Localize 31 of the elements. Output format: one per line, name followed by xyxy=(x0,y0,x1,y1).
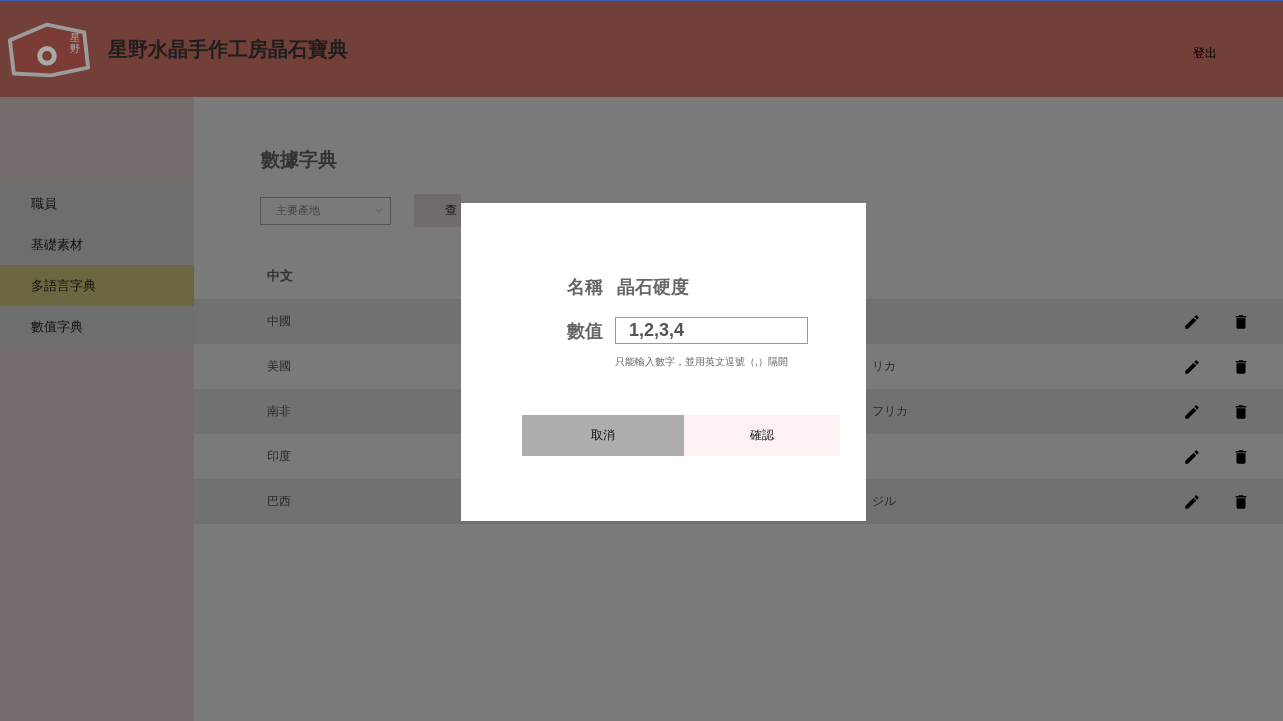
logo-text: 星野 xyxy=(70,32,80,54)
logout-link[interactable]: 登出 xyxy=(1193,44,1217,62)
edit-icon[interactable] xyxy=(1183,312,1201,331)
table-cell: 美國 xyxy=(267,359,291,373)
table-cell: 巴西 xyxy=(267,494,291,508)
table-cell: フリカ xyxy=(872,404,908,418)
edit-icon[interactable] xyxy=(1183,402,1201,421)
table-cell: 南非 xyxy=(267,404,291,418)
edit-icon[interactable] xyxy=(1183,492,1201,511)
column-header: 中文 xyxy=(267,266,293,285)
app-title: 星野水晶手作工房晶石寶典 xyxy=(108,36,348,62)
name-label: 名稱 xyxy=(567,276,603,299)
search-button[interactable]: 查 xyxy=(414,194,461,227)
name-value: 晶石硬度 xyxy=(617,276,689,299)
caret-icon xyxy=(375,208,382,213)
page-title: 數據字典 xyxy=(261,148,338,172)
table-cell: 中國 xyxy=(267,314,291,328)
sidebar-item[interactable]: 多語言字典 xyxy=(0,265,194,306)
hint-text: 只能輸入數字，並用英文逗號（,）隔開 xyxy=(615,355,789,369)
sidebar-item[interactable]: 數值字典 xyxy=(0,306,194,347)
value-label: 數值 xyxy=(567,319,603,343)
edit-icon[interactable] xyxy=(1183,447,1201,466)
cancel-button[interactable]: 取消 xyxy=(522,415,684,456)
table-cell: ジル xyxy=(872,494,896,508)
confirm-button[interactable]: 確認 xyxy=(684,415,840,456)
edit-icon[interactable] xyxy=(1183,357,1201,376)
value-input[interactable]: 1,2,3,4 xyxy=(615,317,808,344)
sidebar-item[interactable]: 職員 xyxy=(0,183,194,224)
table-cell: 印度 xyxy=(267,449,291,463)
sidebar-item[interactable]: 基礎素材 xyxy=(0,224,194,265)
table-cell: リカ xyxy=(872,359,896,373)
